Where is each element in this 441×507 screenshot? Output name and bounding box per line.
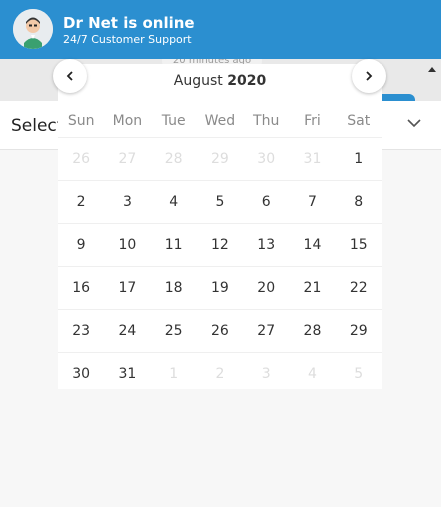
calendar-day[interactable]: 15	[336, 237, 382, 253]
select-label: Select	[11, 116, 64, 136]
weekday-label: Sun	[67, 113, 95, 129]
weekday-label: Tue	[161, 113, 186, 129]
weekday-label: Fri	[304, 113, 321, 129]
calendar-day[interactable]: 18	[151, 280, 197, 296]
calendar-day[interactable]: 21	[289, 280, 335, 296]
calendar-day[interactable]: 30	[58, 366, 104, 382]
calendar-day-outside-month: 29	[211, 151, 229, 167]
calendar-day[interactable]: 20	[243, 280, 289, 296]
calendar-day[interactable]: 19	[197, 280, 243, 296]
weekday-label: Sat	[347, 113, 371, 129]
calendar-day[interactable]: 2	[58, 194, 104, 210]
calendar-day-outside-month: 1	[169, 366, 179, 382]
chevron-down-icon[interactable]	[406, 115, 422, 131]
calendar-day-outside-month: 30	[257, 151, 276, 167]
calendar-day[interactable]: 12	[197, 237, 243, 253]
weekday-label: Thu	[253, 113, 280, 129]
calendar-day[interactable]: 13	[243, 237, 289, 253]
calendar-day-outside-month: 26	[72, 151, 91, 167]
calendar-week-row: 26 27 28 29 30 31 1	[58, 137, 382, 180]
calendar-day-outside-month: 28	[164, 151, 183, 167]
calendar-day[interactable]: 26	[197, 323, 243, 339]
calendar-day[interactable]: 3	[104, 194, 150, 210]
weekday-label: Mon	[112, 113, 143, 129]
weekday-header-row: Sun Mon Tue Wed Thu Fri Sat	[58, 105, 382, 137]
calendar-day[interactable]: 23	[58, 323, 104, 339]
month-label: August	[173, 73, 223, 89]
calendar-day[interactable]: 10	[104, 237, 150, 253]
weekday-label: Wed	[204, 113, 236, 129]
calendar-week-row: 16 17 18 19 20 21 22	[58, 266, 382, 309]
support-subtitle: 24/7 Customer Support	[63, 33, 192, 46]
calendar-day-outside-month: 31	[303, 151, 322, 167]
calendar-day[interactable]: 25	[151, 323, 197, 339]
calendar-grid: Sun Mon Tue Wed Thu Fri Sat 26 27 28 29 30 31…	[58, 105, 382, 395]
calendar-day[interactable]: 11	[151, 237, 197, 253]
calendar-day[interactable]: 28	[289, 323, 335, 339]
calendar-day[interactable]: 4	[151, 194, 197, 210]
calendar-day-outside-month: 27	[118, 151, 137, 167]
calendar-day-outside-month: 2	[215, 366, 225, 382]
calendar-day[interactable]: 5	[197, 194, 243, 210]
calendar-day[interactable]: 22	[336, 280, 382, 296]
calendar-week-row: 2345678	[58, 180, 382, 223]
calendar-day[interactable]: 9	[58, 237, 104, 253]
year-label: 2020	[227, 73, 267, 89]
agent-status-title: Dr Net is online	[63, 14, 195, 32]
calendar-week-row: 30 31 1 2 3 4 5	[58, 352, 382, 395]
calendar-day[interactable]: 7	[289, 194, 335, 210]
calendar-week-row: 9 10 11 12 13 14 15	[58, 223, 382, 266]
scroll-up-arrow-icon[interactable]	[428, 67, 436, 72]
calendar-day-outside-month: 4	[308, 366, 317, 382]
calendar-day[interactable]: 1	[336, 151, 382, 167]
calendar-day-outside-month: 3	[261, 366, 271, 382]
calendar-day[interactable]: 8	[336, 194, 382, 210]
calendar-day[interactable]: 6	[243, 194, 289, 210]
calendar-day[interactable]: 31	[104, 366, 150, 382]
calendar-day[interactable]: 24	[104, 323, 150, 339]
calendar-day[interactable]: 17	[104, 280, 150, 296]
calendar-week-row: 23 24 25 26 27 28 29	[58, 309, 382, 352]
doctor-avatar-icon	[13, 9, 53, 49]
chat-header: Dr Net is online 24/7 Customer Support	[0, 0, 441, 59]
month-year-title: August 2020	[58, 73, 382, 89]
calendar-day[interactable]: 14	[289, 237, 335, 253]
calendar-day[interactable]: 29	[336, 323, 382, 339]
calendar-day[interactable]: 27	[243, 323, 289, 339]
calendar-day-outside-month: 5	[354, 366, 364, 382]
calendar-day[interactable]: 16	[58, 280, 104, 296]
calendar-weeks: 26 27 28 29 30 31 1 2 3 4 5 6 7 8 9 10 11 12 13 14 15 16 17 18 1…	[58, 137, 382, 395]
